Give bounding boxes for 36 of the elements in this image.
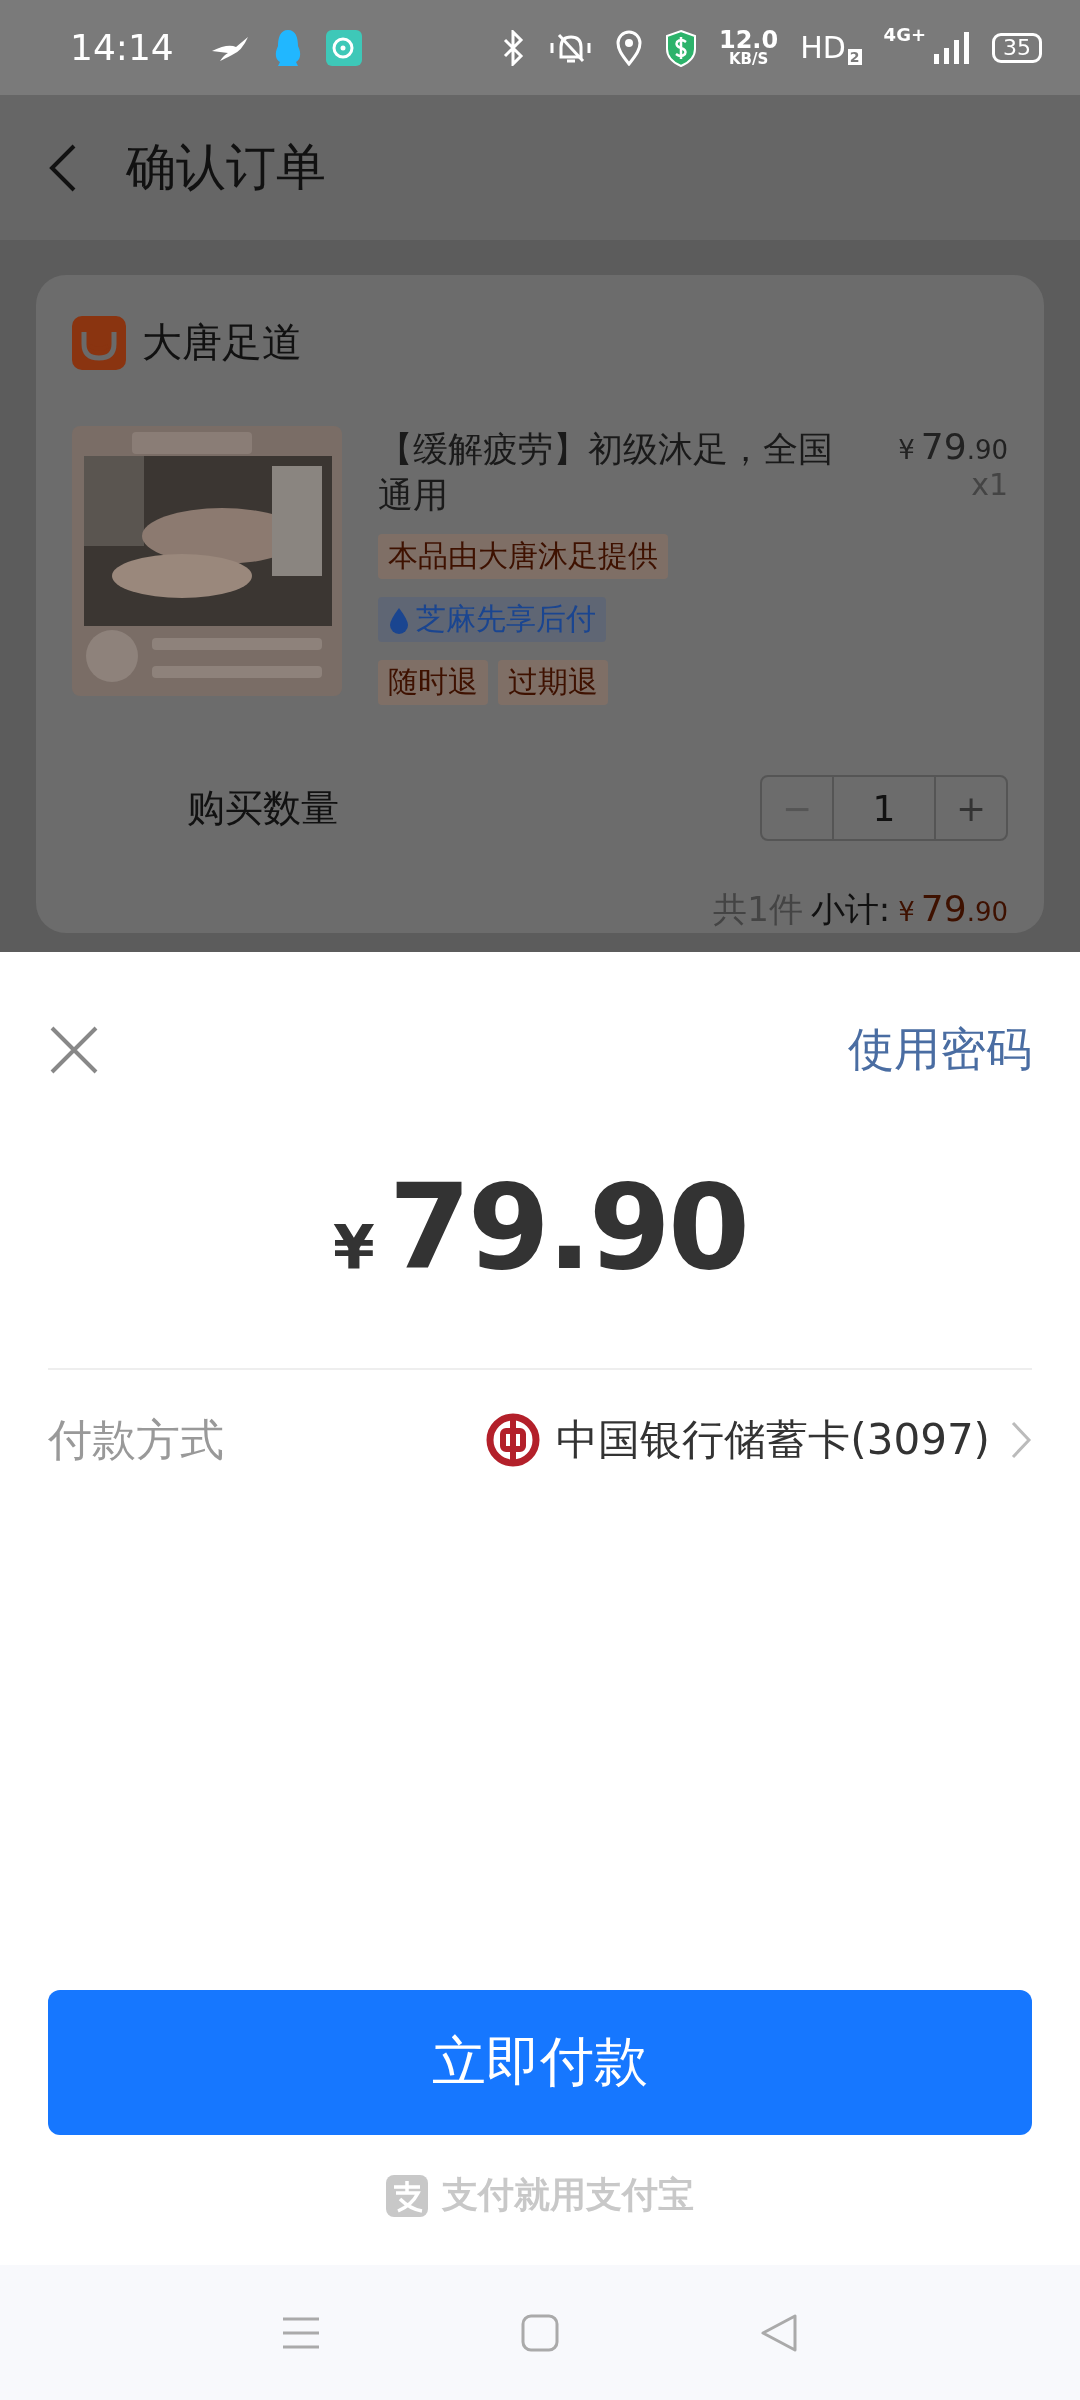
- bank-logo-icon: [486, 1413, 541, 1467]
- alipay-logo-icon: [386, 2174, 428, 2217]
- clock-time: 14:14: [70, 27, 174, 68]
- shield-icon: [664, 28, 697, 67]
- product-price: ¥ 79.90: [898, 426, 1008, 467]
- hd-sim-label: 2: [847, 49, 862, 65]
- plus-button[interactable]: +: [936, 777, 1006, 839]
- quantity-value[interactable]: 1: [832, 777, 936, 839]
- network-speed: 12.0: [718, 28, 779, 52]
- payment-method-label: 付款方式: [48, 1412, 225, 1467]
- back-triangle-icon: [759, 2312, 799, 2353]
- home-icon: [521, 2313, 559, 2352]
- hd-label: HD: [800, 30, 846, 65]
- pay-now-button[interactable]: 立即付款: [48, 1990, 1032, 2135]
- back-icon: [48, 142, 78, 193]
- product-title: 【缓解疲劳】初级沐足，全国通用: [378, 428, 834, 517]
- app-icon: [325, 29, 362, 66]
- page-title: 确认订单: [126, 137, 326, 198]
- shop-name: 大唐足道: [142, 318, 302, 367]
- chevron-right-icon: [1010, 1420, 1032, 1460]
- location-icon: [614, 29, 643, 66]
- payment-method[interactable]: 中国银行储蓄卡(3097): [556, 1412, 990, 1468]
- refund-tag: 过期退: [498, 660, 608, 705]
- speed-unit: KB/S: [728, 52, 769, 67]
- payment-amount: ¥79.90: [332, 1158, 748, 1298]
- quantity-label: 购买数量: [187, 784, 339, 832]
- battery-level: 35: [992, 32, 1042, 63]
- close-icon[interactable]: [48, 1024, 100, 1076]
- subtotal-amount: ¥ 79.90: [898, 888, 1008, 929]
- shop-logo-icon: [72, 315, 126, 370]
- network-type: 4G+: [883, 24, 926, 45]
- subtotal-label: 小计:: [810, 888, 891, 931]
- refund-tag: 随时退: [378, 660, 488, 705]
- credit-tag-text: 芝麻先享后付: [416, 600, 596, 638]
- provider-tag: 本品由大唐沐足提供: [378, 534, 668, 579]
- use-password-link[interactable]: 使用密码: [848, 1019, 1032, 1081]
